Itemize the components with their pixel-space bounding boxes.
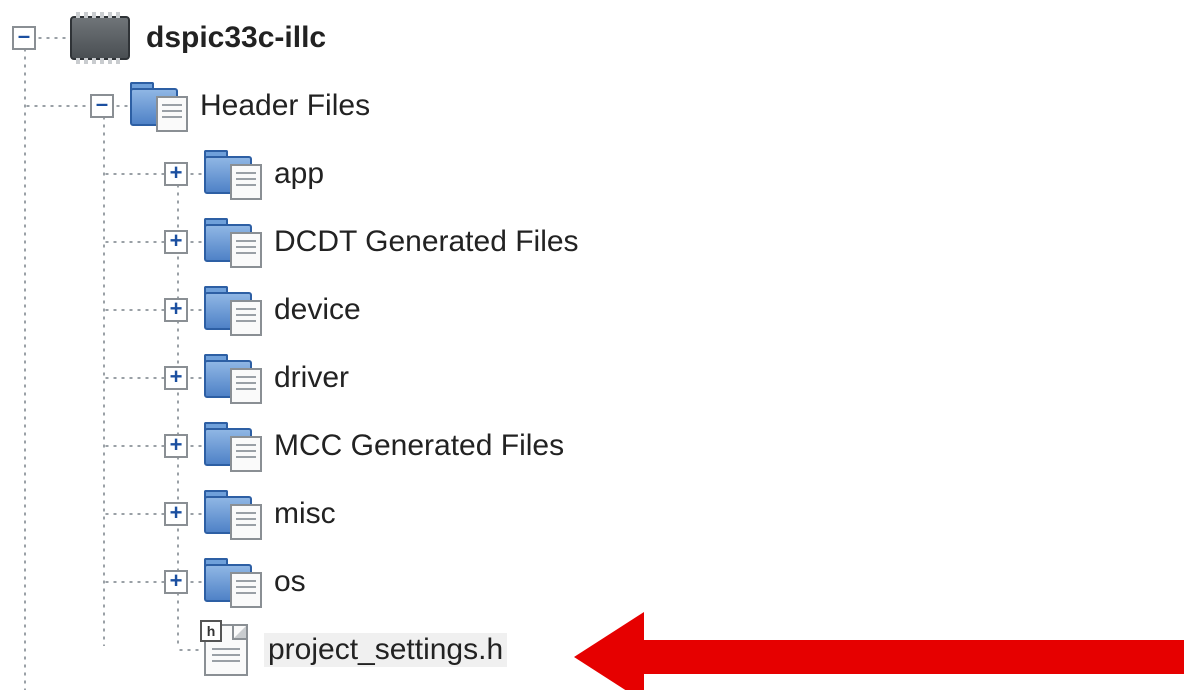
expand-toggle-icon[interactable] xyxy=(164,366,188,390)
folder-icon xyxy=(204,560,258,604)
project-name-label: dspic33c-illc xyxy=(146,21,326,55)
tree-connector xyxy=(103,173,165,175)
tree-connector xyxy=(188,445,202,447)
tree-connector xyxy=(188,513,202,515)
tree-connector xyxy=(177,649,203,651)
expand-toggle-icon[interactable] xyxy=(164,570,188,594)
collapse-toggle-icon[interactable] xyxy=(90,94,114,118)
tree-connector xyxy=(103,581,165,583)
tree-row-folder[interactable]: os xyxy=(0,548,1185,616)
tree-connector xyxy=(103,309,165,311)
tree-connector xyxy=(103,445,165,447)
tree-connector xyxy=(188,173,202,175)
tree-connector xyxy=(188,309,202,311)
expand-toggle-icon[interactable] xyxy=(164,502,188,526)
folder-icon xyxy=(204,492,258,536)
tree-row-folder[interactable]: device xyxy=(0,276,1185,344)
folder-label: driver xyxy=(274,361,349,395)
expand-toggle-icon[interactable] xyxy=(164,230,188,254)
tree-connector xyxy=(103,377,165,379)
folder-icon xyxy=(204,220,258,264)
tree-row-project[interactable]: dspic33c-illc xyxy=(0,4,1185,72)
tree-connector xyxy=(36,37,68,39)
folder-label: DCDT Generated Files xyxy=(274,225,579,259)
header-file-icon: h xyxy=(204,624,248,676)
tree-connector xyxy=(188,377,202,379)
tree-connector xyxy=(103,513,165,515)
folder-label: Header Files xyxy=(200,89,370,123)
tree-row-header-files[interactable]: Header Files xyxy=(0,72,1185,140)
folder-icon xyxy=(204,424,258,468)
folder-label: os xyxy=(274,565,306,599)
folder-icon xyxy=(130,84,184,128)
expand-toggle-icon[interactable] xyxy=(164,434,188,458)
project-tree: dspic33c-illc Header Files app DCDT Gene… xyxy=(0,0,1185,684)
folder-label: MCC Generated Files xyxy=(274,429,564,463)
folder-label: device xyxy=(274,293,361,327)
tree-connector xyxy=(114,105,128,107)
folder-icon xyxy=(204,356,258,400)
annotation-arrow-icon xyxy=(574,612,1184,690)
file-label: project_settings.h xyxy=(264,633,507,667)
tree-row-folder[interactable]: app xyxy=(0,140,1185,208)
expand-toggle-icon[interactable] xyxy=(164,162,188,186)
tree-row-folder[interactable]: misc xyxy=(0,480,1185,548)
expand-toggle-icon[interactable] xyxy=(164,298,188,322)
tree-row-folder[interactable]: MCC Generated Files xyxy=(0,412,1185,480)
folder-label: app xyxy=(274,157,324,191)
collapse-toggle-icon[interactable] xyxy=(12,26,36,50)
folder-label: misc xyxy=(274,497,336,531)
tree-connector xyxy=(103,241,165,243)
tree-row-folder[interactable]: DCDT Generated Files xyxy=(0,208,1185,276)
tree-row-folder[interactable]: driver xyxy=(0,344,1185,412)
file-badge-label: h xyxy=(200,620,222,642)
tree-connector xyxy=(24,105,90,107)
folder-icon xyxy=(204,288,258,332)
tree-connector xyxy=(188,581,202,583)
chip-icon xyxy=(70,16,130,60)
tree-connector xyxy=(188,241,202,243)
folder-icon xyxy=(204,152,258,196)
